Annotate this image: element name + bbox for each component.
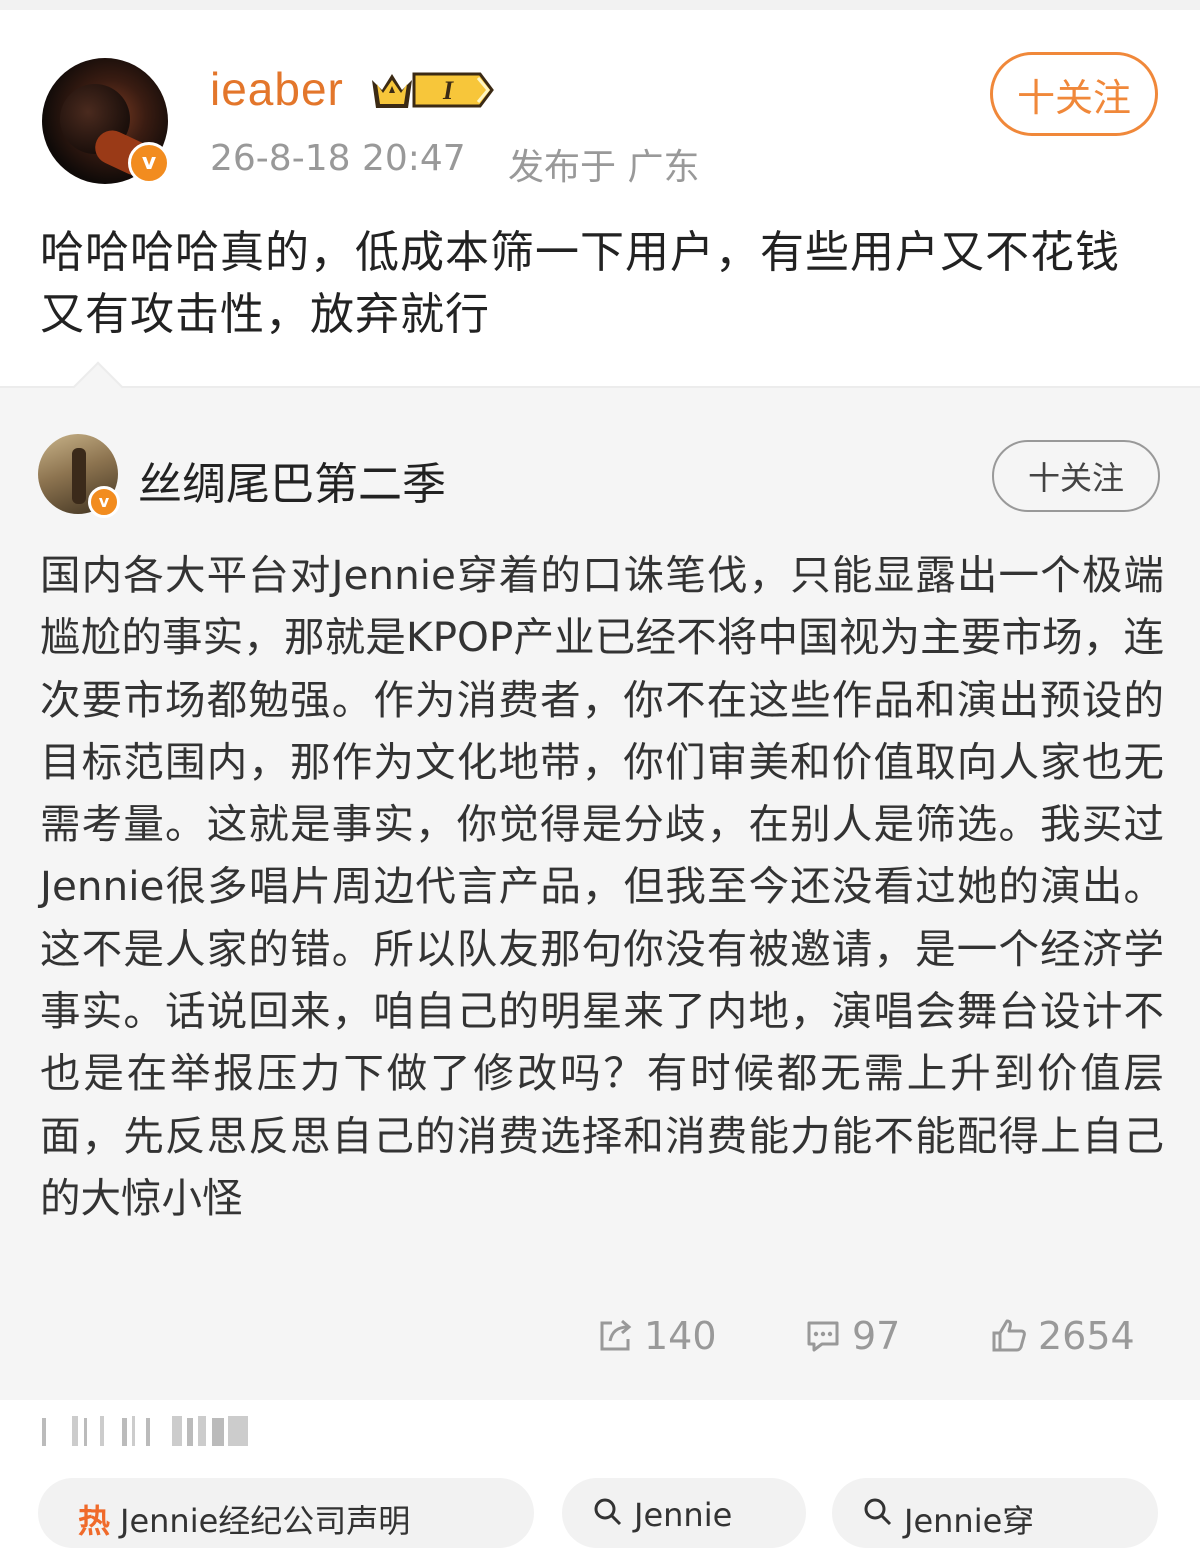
comment-button[interactable]: 97: [804, 1312, 900, 1360]
author-username[interactable]: ieaber: [210, 62, 344, 116]
repost-count: 140: [644, 1314, 717, 1358]
related-search-label: Jennie: [634, 1496, 733, 1534]
hot-icon: 热: [78, 1502, 111, 1540]
repost-icon: [600, 1319, 632, 1351]
comment-icon: [807, 1321, 839, 1352]
like-button[interactable]: 2654: [990, 1312, 1135, 1360]
thumbs-up-icon: [992, 1319, 1026, 1352]
quoted-follow-button[interactable]: 十关注: [992, 440, 1160, 512]
quoted-author-username[interactable]: 丝绸尾巴第二季: [138, 448, 446, 512]
repost-button[interactable]: 140: [596, 1312, 717, 1360]
vip-level-label: I: [442, 76, 454, 105]
post-timestamp: 26-8-18 20:47: [210, 138, 466, 179]
post-text: 哈哈哈哈真的，低成本筛一下用户，有些用户又不花钱又有攻击性，放弃就行: [40, 227, 1120, 340]
verified-badge-icon: v: [128, 142, 170, 184]
quoted-post-text: 国内各大平台对Jennie穿着的口诛笔伐，只能显露出一个极端尴尬的事实，那就是K…: [40, 551, 1164, 1222]
related-topic-label: Jennie经纪公司声明: [120, 1502, 411, 1540]
related-search-label: Jennie穿: [904, 1502, 1035, 1540]
top-strip: [0, 0, 1200, 10]
follow-button[interactable]: 十关注: [990, 52, 1158, 136]
comment-count: 97: [852, 1314, 901, 1358]
search-icon: [594, 1498, 622, 1526]
search-icon: [864, 1498, 892, 1526]
related-topic-chip[interactable]: 热 Jennie经纪公司声明: [38, 1478, 534, 1548]
vip-crown-badge-icon: I: [372, 72, 494, 108]
related-search-chip[interactable]: Jennie穿: [832, 1478, 1158, 1548]
watermark-barcode: [42, 1416, 248, 1446]
post-location: 发布于 广东: [508, 147, 700, 188]
like-count: 2654: [1038, 1314, 1135, 1358]
related-search-chip[interactable]: Jennie: [562, 1478, 806, 1548]
quoted-verified-badge-icon: v: [88, 486, 120, 518]
